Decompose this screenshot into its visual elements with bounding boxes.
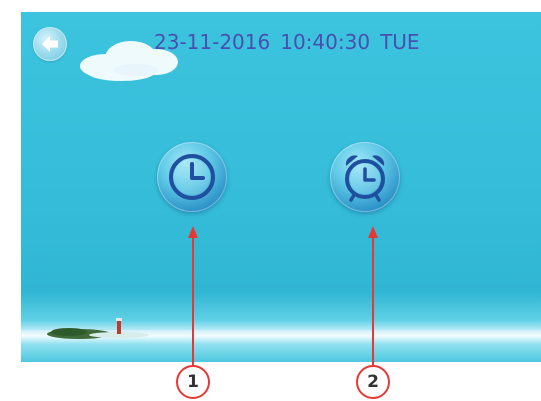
page: 23-11-2016 10:40:30 TUE 1 2 <box>0 0 541 401</box>
arrow-head-1 <box>188 226 198 238</box>
annotation-arrows <box>188 226 378 366</box>
annotation-marker-2: 2 <box>356 365 390 399</box>
annotation-marker-1: 1 <box>176 365 210 399</box>
arrow-head-2 <box>368 226 378 238</box>
